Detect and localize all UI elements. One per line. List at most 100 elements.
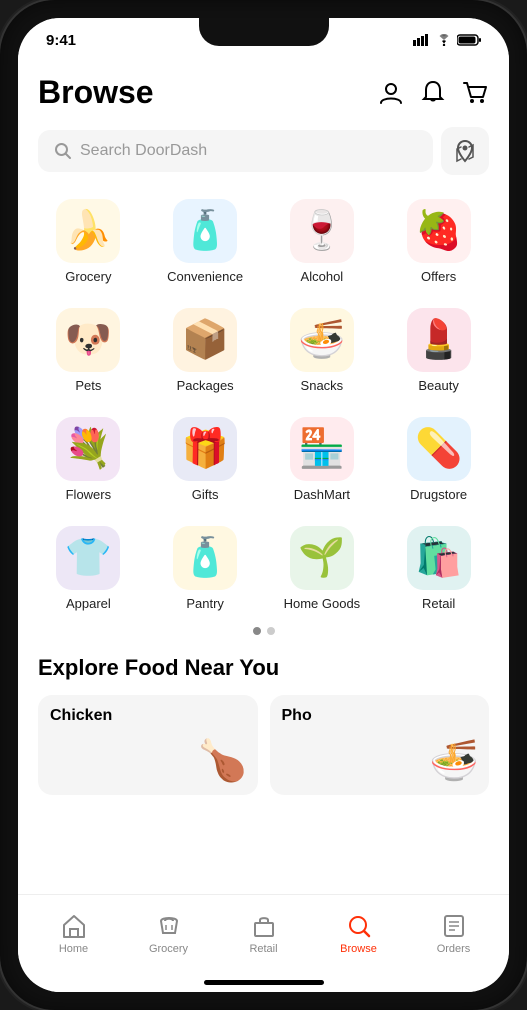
bell-icon <box>421 80 445 106</box>
category-icon-alcohol: 🍷 <box>290 199 354 263</box>
category-label-beauty: Beauty <box>418 378 458 393</box>
category-icon-retail: 🛍️ <box>407 526 471 590</box>
nav-icon-home <box>60 912 88 940</box>
category-item-alcohol[interactable]: 🍷 Alcohol <box>264 191 381 292</box>
category-icon-pantry: 🧴 <box>173 526 237 590</box>
category-icon-dashmart: 🏪 <box>290 417 354 481</box>
category-label-retail: Retail <box>422 596 455 611</box>
nav-label-orders: Orders <box>437 943 471 955</box>
category-label-snacks: Snacks <box>301 378 344 393</box>
search-placeholder: Search DoorDash <box>80 142 207 160</box>
category-item-snacks[interactable]: 🍜 Snacks <box>264 300 381 401</box>
battery-icon <box>457 34 481 46</box>
category-label-grocery: Grocery <box>65 269 111 284</box>
search-input-wrap[interactable]: Search DoorDash <box>38 130 433 172</box>
search-icon <box>54 142 72 160</box>
status-icons <box>413 34 481 46</box>
category-item-retail[interactable]: 🛍️ Retail <box>380 518 497 619</box>
nav-label-browse: Browse <box>340 943 377 955</box>
signal-icon <box>413 34 431 46</box>
categories-grid: 🍌 Grocery 🧴 Convenience 🍷 Alcohol 🍓 Offe… <box>18 191 509 619</box>
category-icon-snacks: 🍜 <box>290 308 354 372</box>
main-content: Browse <box>18 62 509 894</box>
category-icon-grocery: 🍌 <box>56 199 120 263</box>
food-card-label-pho: Pho <box>282 707 312 725</box>
nav-item-browse[interactable]: Browse <box>311 912 406 955</box>
category-icon-gifts: 🎁 <box>173 417 237 481</box>
food-card-chicken[interactable]: Chicken 🍗 <box>38 695 258 795</box>
category-label-homegoods: Home Goods <box>284 596 361 611</box>
food-card-pho[interactable]: Pho 🍜 <box>270 695 490 795</box>
food-cards: Chicken 🍗 Pho 🍜 <box>38 695 489 795</box>
explore-title: Explore Food Near You <box>38 655 489 681</box>
phone-screen: 9:41 <box>18 18 509 992</box>
header-icons <box>377 79 489 107</box>
category-label-dashmart: DashMart <box>294 487 350 502</box>
category-icon-convenience: 🧴 <box>173 199 237 263</box>
wifi-icon <box>436 34 452 46</box>
header: Browse <box>18 62 509 119</box>
category-item-beauty[interactable]: 💄 Beauty <box>380 300 497 401</box>
category-icon-homegoods: 🌱 <box>290 526 354 590</box>
nav-item-retail[interactable]: Retail <box>216 912 311 955</box>
category-icon-beauty: 💄 <box>407 308 471 372</box>
nav-item-orders[interactable]: Orders <box>406 912 501 955</box>
category-item-grocery[interactable]: 🍌 Grocery <box>30 191 147 292</box>
nav-icon-browse <box>345 912 373 940</box>
category-label-convenience: Convenience <box>167 269 243 284</box>
notification-icon-button[interactable] <box>419 79 447 107</box>
page-dots <box>18 627 509 635</box>
category-item-convenience[interactable]: 🧴 Convenience <box>147 191 264 292</box>
nav-item-grocery[interactable]: Grocery <box>121 912 216 955</box>
dot-2 <box>267 627 275 635</box>
notch <box>199 18 329 46</box>
home-indicator <box>18 972 509 992</box>
bottom-nav: Home Grocery Retail Browse Orders <box>18 894 509 972</box>
search-map-button[interactable] <box>441 127 489 175</box>
category-item-offers[interactable]: 🍓 Offers <box>380 191 497 292</box>
category-item-gifts[interactable]: 🎁 Gifts <box>147 409 264 510</box>
search-bar: Search DoorDash <box>38 127 489 175</box>
cart-icon <box>462 80 488 106</box>
category-item-pets[interactable]: 🐶 Pets <box>30 300 147 401</box>
category-item-drugstore[interactable]: 💊 Drugstore <box>380 409 497 510</box>
account-icon-button[interactable] <box>377 79 405 107</box>
category-icon-packages: 📦 <box>173 308 237 372</box>
page-title: Browse <box>38 74 154 111</box>
food-card-image-pho: 🍜 <box>419 725 489 795</box>
category-label-pets: Pets <box>75 378 101 393</box>
category-item-pantry[interactable]: 🧴 Pantry <box>147 518 264 619</box>
category-item-dashmart[interactable]: 🏪 DashMart <box>264 409 381 510</box>
category-item-homegoods[interactable]: 🌱 Home Goods <box>264 518 381 619</box>
nav-label-grocery: Grocery <box>149 943 188 955</box>
category-icon-apparel: 👕 <box>56 526 120 590</box>
nav-icon-grocery <box>155 912 183 940</box>
nav-label-retail: Retail <box>249 943 277 955</box>
category-label-flowers: Flowers <box>66 487 112 502</box>
status-bar: 9:41 <box>18 18 509 62</box>
dot-1 <box>253 627 261 635</box>
nav-icon-orders <box>440 912 468 940</box>
nav-label-home: Home <box>59 943 88 955</box>
food-card-label-chicken: Chicken <box>50 707 112 725</box>
category-label-offers: Offers <box>421 269 456 284</box>
category-label-gifts: Gifts <box>192 487 219 502</box>
category-label-packages: Packages <box>177 378 234 393</box>
category-label-alcohol: Alcohol <box>301 269 344 284</box>
map-icon <box>453 139 477 163</box>
nav-item-home[interactable]: Home <box>26 912 121 955</box>
category-item-packages[interactable]: 📦 Packages <box>147 300 264 401</box>
food-card-image-chicken: 🍗 <box>188 725 258 795</box>
home-bar <box>204 980 324 985</box>
phone-frame: 9:41 <box>0 0 527 1010</box>
category-label-apparel: Apparel <box>66 596 111 611</box>
cart-icon-button[interactable] <box>461 79 489 107</box>
category-item-apparel[interactable]: 👕 Apparel <box>30 518 147 619</box>
category-icon-pets: 🐶 <box>56 308 120 372</box>
category-item-flowers[interactable]: 💐 Flowers <box>30 409 147 510</box>
category-icon-flowers: 💐 <box>56 417 120 481</box>
category-icon-offers: 🍓 <box>407 199 471 263</box>
explore-section: Explore Food Near You Chicken 🍗 Pho 🍜 <box>18 651 509 807</box>
category-label-pantry: Pantry <box>186 596 224 611</box>
nav-icon-retail <box>250 912 278 940</box>
